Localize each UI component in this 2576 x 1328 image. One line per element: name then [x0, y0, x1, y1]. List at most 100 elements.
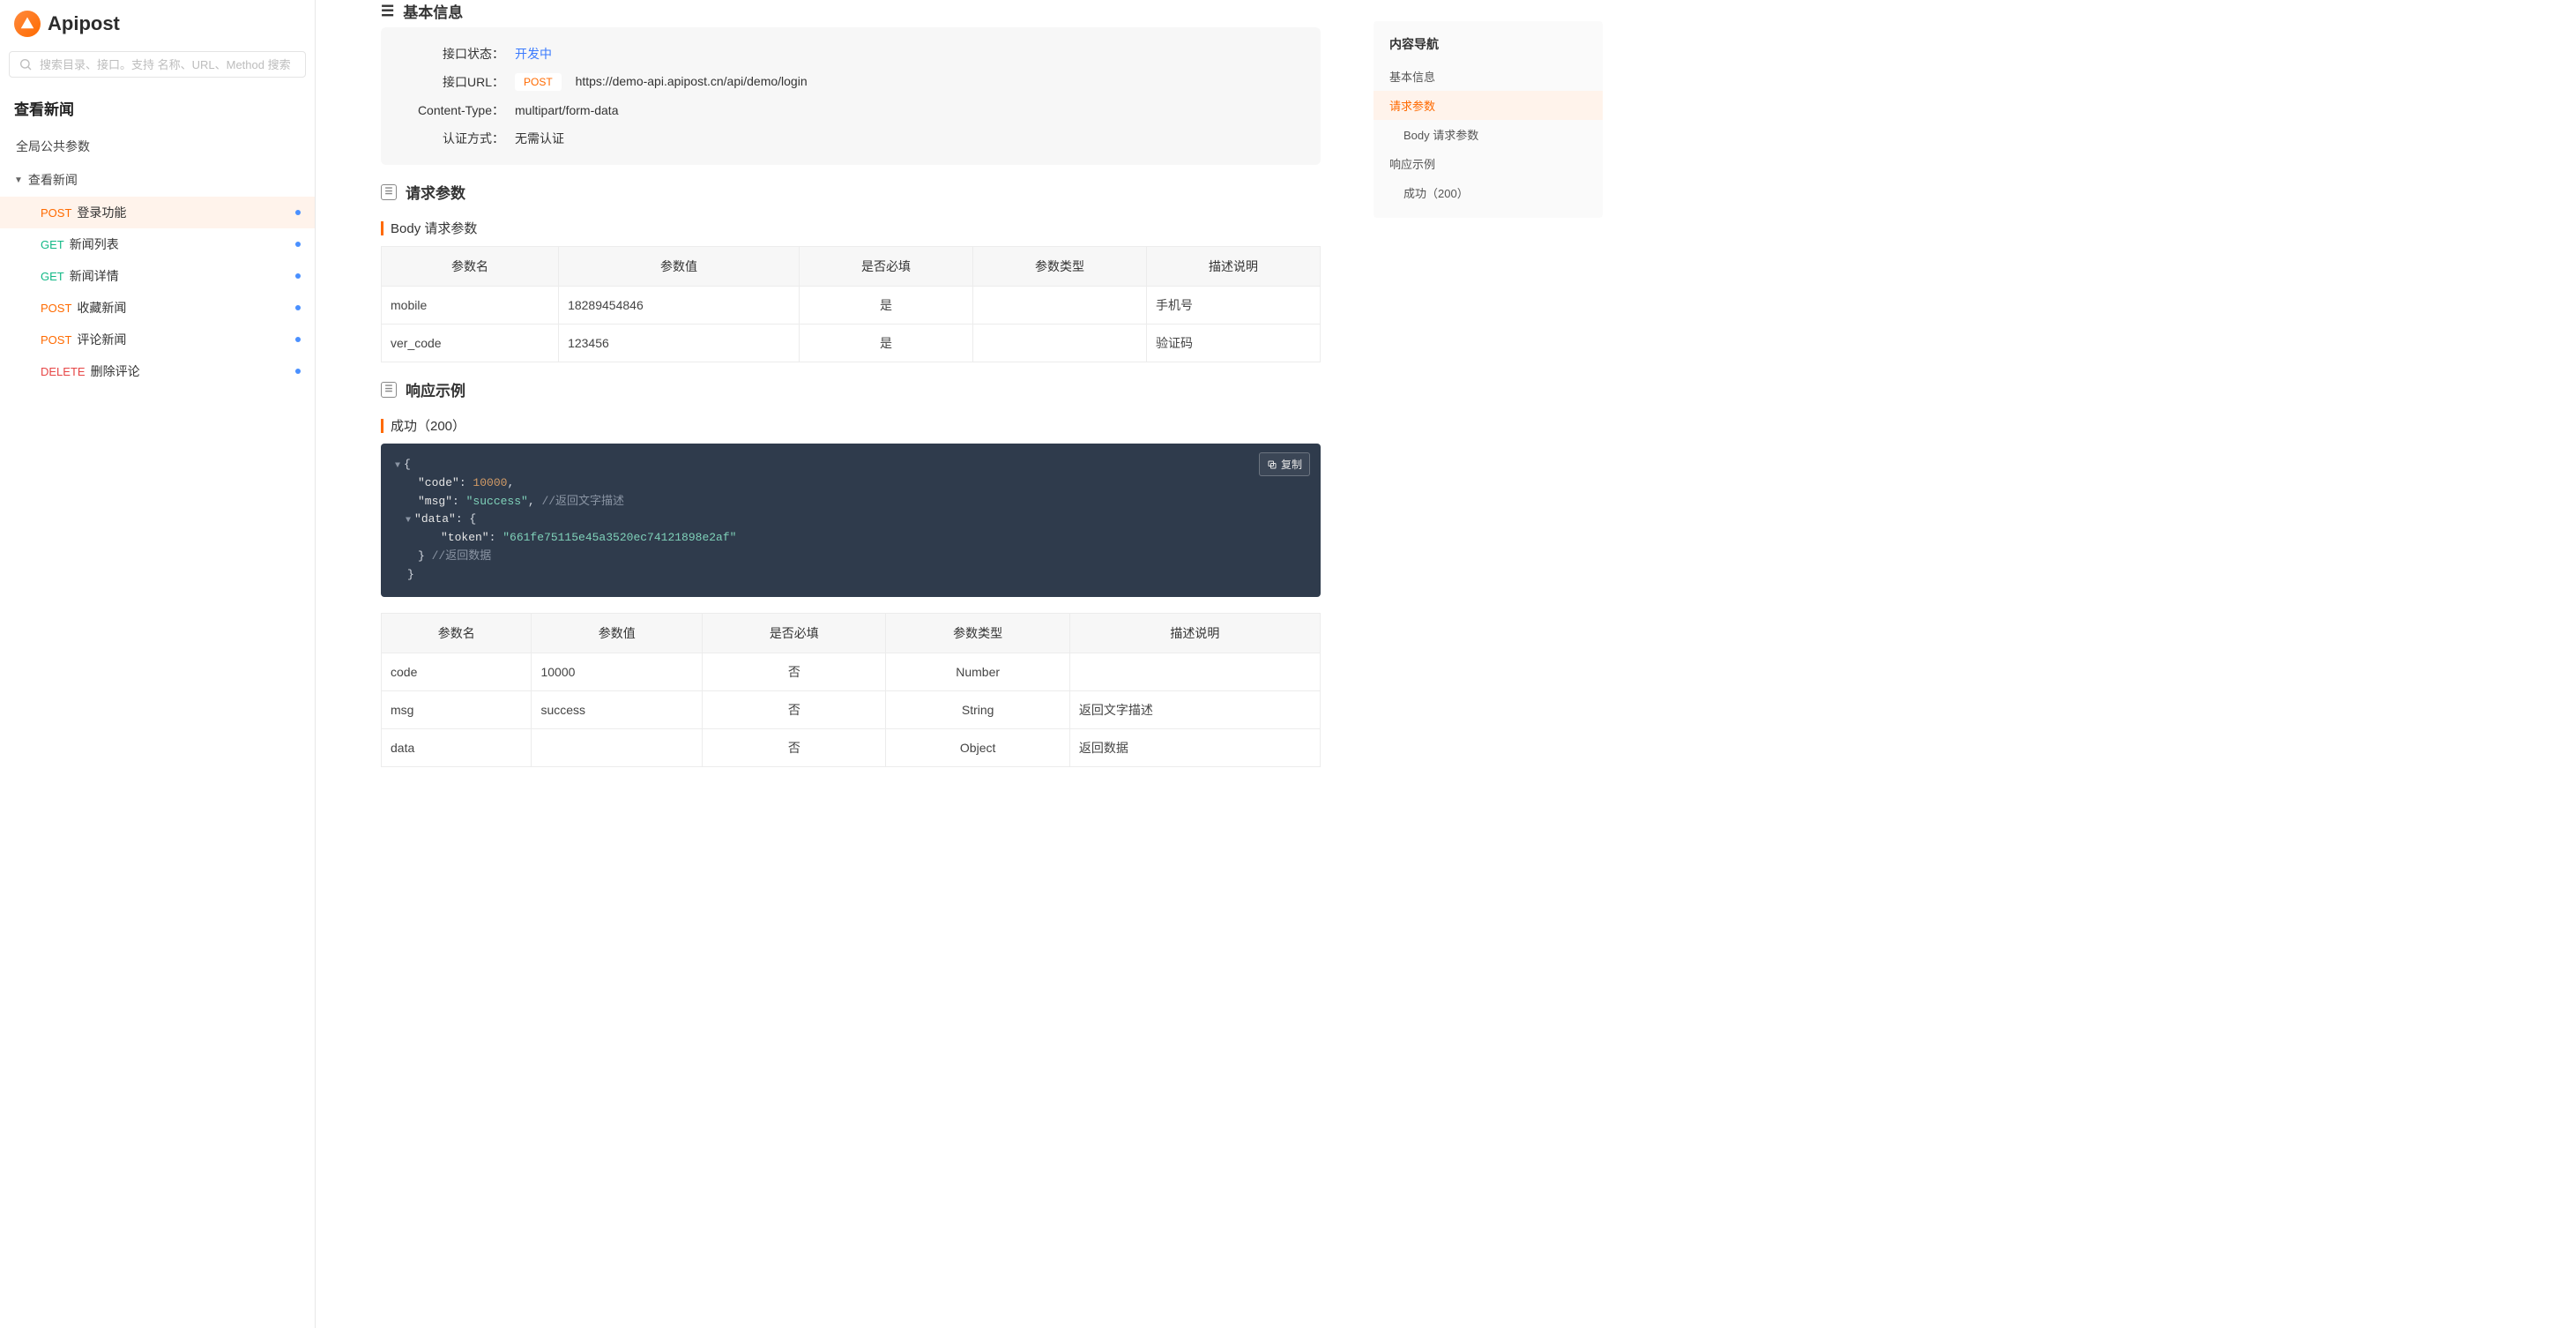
section-request-params-head: ☰ 请求参数 [381, 181, 1321, 203]
table-header: 描述说明 [1069, 613, 1320, 653]
table-header: 参数名 [382, 613, 532, 653]
table-cell: success [532, 690, 703, 728]
toc-item[interactable]: 响应示例 [1374, 149, 1603, 178]
content-type-label: Content-Type： [398, 101, 504, 119]
table-cell: 手机号 [1146, 287, 1320, 325]
app-name: Apipost [48, 12, 120, 35]
body-params-head: Body 请求参数 [381, 219, 1321, 237]
main-content: ☰ 基本信息 接口状态： 开发中 接口URL： POST https://dem… [316, 0, 1356, 1328]
table-header: 参数类型 [972, 247, 1146, 287]
search-icon [19, 57, 33, 71]
table-header: 是否必填 [799, 247, 972, 287]
status-dot-icon [295, 210, 301, 215]
table-cell [972, 325, 1146, 362]
method-label: POST [41, 302, 71, 315]
response-code-block: 复制 ▼{ "code": 10000, "msg": "success", /… [381, 444, 1321, 597]
section-basic-info-head: ☰ 基本信息 [381, 0, 1321, 22]
project-title: 查看新闻 [0, 85, 315, 126]
table-row: code10000否Number [382, 653, 1321, 690]
folder-item[interactable]: ▼ 查看新闻 [0, 163, 315, 197]
api-item[interactable]: GET新闻列表 [0, 228, 315, 260]
logo-icon [14, 11, 41, 37]
table-row: ver_code123456是验证码 [382, 325, 1321, 362]
section-icon: ☰ [381, 184, 397, 200]
table-cell: 否 [703, 653, 886, 690]
toc-item[interactable]: 基本信息 [1374, 62, 1603, 91]
app-logo: Apipost [0, 0, 315, 44]
collapse-caret-icon[interactable]: ▼ [395, 461, 400, 471]
method-badge: POST [515, 73, 562, 91]
section-response-head: ☰ 响应示例 [381, 378, 1321, 400]
search-input[interactable] [40, 58, 296, 71]
toc-panel: 内容导航 基本信息请求参数Body 请求参数响应示例成功（200） [1356, 0, 1620, 1328]
folder-label: 查看新闻 [28, 171, 78, 189]
table-cell: Number [886, 653, 1069, 690]
global-params-link[interactable]: 全局公共参数 [0, 130, 315, 163]
copy-icon [1267, 459, 1277, 470]
api-name: 新闻详情 [70, 267, 119, 285]
auth-label: 认证方式： [398, 130, 504, 147]
table-row: mobile18289454846是 手机号 [382, 287, 1321, 325]
api-item[interactable]: POST评论新闻 [0, 324, 315, 355]
table-cell: 否 [703, 690, 886, 728]
table-header: 参数值 [559, 247, 800, 287]
table-cell: 是 [799, 325, 972, 362]
table-cell: mobile [382, 287, 559, 325]
collapse-caret-icon[interactable]: ▼ [406, 516, 411, 526]
table-header: 参数类型 [886, 613, 1069, 653]
status-value[interactable]: 开发中 [515, 45, 552, 63]
table-cell: data [382, 728, 532, 766]
basic-info-box: 接口状态： 开发中 接口URL： POST https://demo-api.a… [381, 27, 1321, 165]
copy-button[interactable]: 复制 [1259, 452, 1310, 476]
api-name: 评论新闻 [77, 331, 126, 348]
table-cell: code [382, 653, 532, 690]
table-cell: Object [886, 728, 1069, 766]
body-params-table: 参数名参数值是否必填参数类型描述说明 mobile18289454846是手机号… [381, 246, 1321, 362]
accent-bar [381, 419, 383, 433]
method-label: POST [41, 206, 71, 220]
table-cell: 返回文字描述 [1069, 690, 1320, 728]
table-cell: msg [382, 690, 532, 728]
method-label: GET [41, 270, 64, 283]
accent-bar [381, 221, 383, 235]
auth-value: 无需认证 [515, 130, 564, 147]
table-cell [532, 728, 703, 766]
sidebar: Apipost 查看新闻 全局公共参数 ▼ 查看新闻 POST登录功能GET新闻… [0, 0, 316, 1328]
table-cell [1069, 653, 1320, 690]
toc-item[interactable]: Body 请求参数 [1374, 120, 1603, 149]
table-cell: 否 [703, 728, 886, 766]
status-dot-icon [295, 242, 301, 247]
success-200-head: 成功（200） [381, 416, 1321, 435]
response-params-table: 参数名参数值是否必填参数类型描述说明 code10000否Numbermsgsu… [381, 613, 1321, 767]
table-cell: String [886, 690, 1069, 728]
api-item[interactable]: DELETE 删除评论 [0, 355, 315, 387]
url-label: 接口URL： [398, 73, 504, 91]
table-cell: 18289454846 [559, 287, 800, 325]
toc-item[interactable]: 请求参数 [1374, 91, 1603, 120]
table-cell [972, 287, 1146, 325]
api-name: 删除评论 [91, 362, 140, 380]
section-icon: ☰ [381, 3, 394, 20]
api-item[interactable]: POST 收藏新闻 [0, 292, 315, 324]
table-header: 参数名 [382, 247, 559, 287]
method-label: DELETE [41, 365, 86, 378]
caret-down-icon: ▼ [14, 175, 23, 185]
table-header: 是否必填 [703, 613, 886, 653]
table-row: data否Object返回数据 [382, 728, 1321, 766]
table-cell: 验证码 [1146, 325, 1320, 362]
status-dot-icon [295, 305, 301, 310]
url-value: https://demo-api.apipost.cn/api/demo/log… [576, 74, 808, 88]
table-cell: 是 [799, 287, 972, 325]
status-label: 接口状态： [398, 45, 504, 63]
method-label: GET [41, 238, 64, 251]
toc-item[interactable]: 成功（200） [1374, 178, 1603, 207]
api-name: 登录功能 [77, 204, 126, 221]
api-item[interactable]: GET 新闻详情 [0, 260, 315, 292]
search-box[interactable] [9, 51, 306, 78]
api-name: 收藏新闻 [77, 299, 126, 317]
table-cell: 123456 [559, 325, 800, 362]
table-cell: 10000 [532, 653, 703, 690]
content-type-value: multipart/form-data [515, 103, 618, 117]
status-dot-icon [295, 273, 301, 279]
api-item[interactable]: POST 登录功能 [0, 197, 315, 228]
